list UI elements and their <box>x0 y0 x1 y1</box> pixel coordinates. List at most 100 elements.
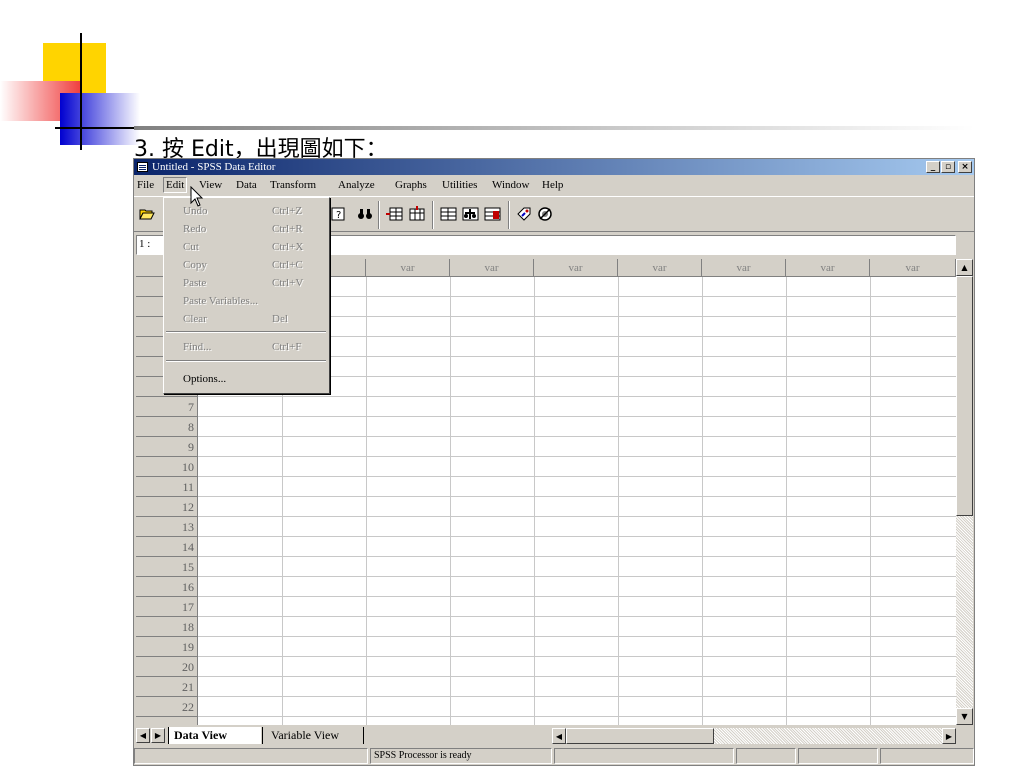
hscroll-left-icon[interactable]: ◀ <box>552 728 566 744</box>
restore-button[interactable]: ▫ <box>941 161 955 173</box>
menu-item-cut[interactable]: Cut Ctrl+X <box>164 238 329 256</box>
vertical-scrollbar[interactable]: ▲ ▼ <box>956 259 973 725</box>
menu-file[interactable]: File <box>137 178 154 192</box>
grid-line <box>786 277 787 725</box>
scroll-down-icon[interactable]: ▼ <box>956 708 973 725</box>
tab-data-view-label: Data View <box>174 728 227 742</box>
row-header[interactable]: 11 <box>136 477 198 497</box>
column-header[interactable]: var <box>366 259 450 277</box>
grid-line <box>450 277 451 725</box>
grid-line <box>366 277 367 725</box>
menu-item-copy-shortcut: Ctrl+C <box>272 259 303 271</box>
column-header[interactable]: var <box>870 259 956 277</box>
cell-reference: 1 : <box>139 238 151 250</box>
column-header[interactable]: var <box>618 259 702 277</box>
weight-cases-icon[interactable] <box>462 205 480 223</box>
tab-variable-view-label: Variable View <box>271 728 340 742</box>
menu-item-options-label: Options... <box>183 373 227 385</box>
horizontal-scrollbar[interactable]: ▶ <box>566 728 956 744</box>
insert-case-icon[interactable] <box>386 205 404 223</box>
row-header[interactable]: 16 <box>136 577 198 597</box>
row-header[interactable]: 18 <box>136 617 198 637</box>
menu-item-redo-shortcut: Ctrl+R <box>272 223 303 235</box>
menu-analyze[interactable]: Analyze <box>338 178 375 192</box>
menu-graphs[interactable]: Graphs <box>395 178 427 192</box>
menu-bar: File Edit View Data Transform Analyze Gr… <box>134 176 974 194</box>
menu-item-find-label: Find... <box>183 341 212 353</box>
svg-text:?: ? <box>336 210 341 221</box>
menu-help[interactable]: Help <box>542 178 563 192</box>
row-header[interactable]: 8 <box>136 417 198 437</box>
status-pane <box>736 748 796 764</box>
menu-item-clear[interactable]: Clear Del <box>164 310 329 328</box>
find-icon[interactable] <box>356 205 374 223</box>
menu-data[interactable]: Data <box>236 178 257 192</box>
menu-item-cut-label: Cut <box>183 241 199 253</box>
menu-item-find[interactable]: Find... Ctrl+F <box>164 338 329 356</box>
column-header[interactable]: var <box>450 259 534 277</box>
row-header[interactable]: 21 <box>136 677 198 697</box>
row-header[interactable]: 22 <box>136 697 198 717</box>
menu-item-copy[interactable]: Copy Ctrl+C <box>164 256 329 274</box>
menu-item-redo-label: Redo <box>183 223 207 235</box>
grid-line <box>198 636 956 637</box>
help-icon[interactable]: ? <box>330 205 348 223</box>
column-header[interactable]: var <box>786 259 870 277</box>
horizontal-line <box>55 127 140 129</box>
row-header[interactable]: 9 <box>136 437 198 457</box>
status-processor-text: SPSS Processor is ready <box>374 750 472 761</box>
slide-decoration <box>0 0 140 150</box>
close-button[interactable]: × <box>958 161 972 173</box>
menu-item-undo[interactable]: Undo Ctrl+Z <box>164 202 329 220</box>
column-header[interactable]: var <box>702 259 786 277</box>
tab-data-view[interactable]: Data View <box>168 727 261 744</box>
hscroll-right-icon[interactable]: ▶ <box>942 728 956 744</box>
value-labels-icon[interactable] <box>516 205 534 223</box>
menu-item-options[interactable]: Options... <box>164 370 329 388</box>
row-header[interactable]: 12 <box>136 497 198 517</box>
minimize-button[interactable]: _ <box>926 161 940 173</box>
menu-separator <box>166 331 326 333</box>
row-header-partial <box>136 717 198 725</box>
open-icon[interactable] <box>138 205 156 223</box>
menu-item-paste[interactable]: Paste Ctrl+V <box>164 274 329 292</box>
grid-line <box>618 277 619 725</box>
status-pane <box>798 748 878 764</box>
tab-scroll-right-icon[interactable]: ▶ <box>151 728 165 743</box>
grid-line <box>534 277 535 725</box>
row-header[interactable]: 13 <box>136 517 198 537</box>
grid-line <box>198 456 956 457</box>
use-sets-icon[interactable] <box>536 205 554 223</box>
insert-variable-icon[interactable] <box>408 205 426 223</box>
spss-app-icon <box>137 162 148 172</box>
row-header[interactable]: 15 <box>136 557 198 577</box>
status-pane-processor: SPSS Processor is ready <box>370 748 552 764</box>
menu-item-paste-variables[interactable]: Paste Variables... <box>164 292 329 310</box>
row-header[interactable]: 10 <box>136 457 198 477</box>
menu-utilities[interactable]: Utilities <box>442 178 477 192</box>
split-file-icon[interactable] <box>440 205 458 223</box>
edit-menu: Undo Ctrl+Z Redo Ctrl+R Cut Ctrl+X Copy Ctrl… <box>163 197 330 394</box>
tab-scroll-left-icon[interactable]: ◀ <box>136 728 150 743</box>
row-header[interactable]: 20 <box>136 657 198 677</box>
grid-line <box>198 556 956 557</box>
row-header[interactable]: 14 <box>136 537 198 557</box>
hscroll-thumb[interactable] <box>566 728 714 744</box>
select-cases-icon[interactable] <box>484 205 502 223</box>
row-header[interactable]: 19 <box>136 637 198 657</box>
menu-transform[interactable]: Transform <box>270 178 316 192</box>
menu-item-cut-shortcut: Ctrl+X <box>272 241 304 253</box>
column-header[interactable]: var <box>534 259 618 277</box>
scroll-up-icon[interactable]: ▲ <box>956 259 973 276</box>
grid-line <box>198 676 956 677</box>
menu-item-redo[interactable]: Redo Ctrl+R <box>164 220 329 238</box>
menu-item-clear-label: Clear <box>183 313 207 325</box>
status-bar: SPSS Processor is ready <box>134 747 974 765</box>
row-header[interactable]: 17 <box>136 597 198 617</box>
scroll-thumb[interactable] <box>956 276 973 516</box>
menu-item-paste-shortcut: Ctrl+V <box>272 277 304 289</box>
tab-variable-view[interactable]: Variable View <box>262 727 364 744</box>
menu-window[interactable]: Window <box>492 178 529 192</box>
row-header[interactable]: 7 <box>136 397 198 417</box>
menu-edit[interactable]: Edit <box>163 177 188 193</box>
